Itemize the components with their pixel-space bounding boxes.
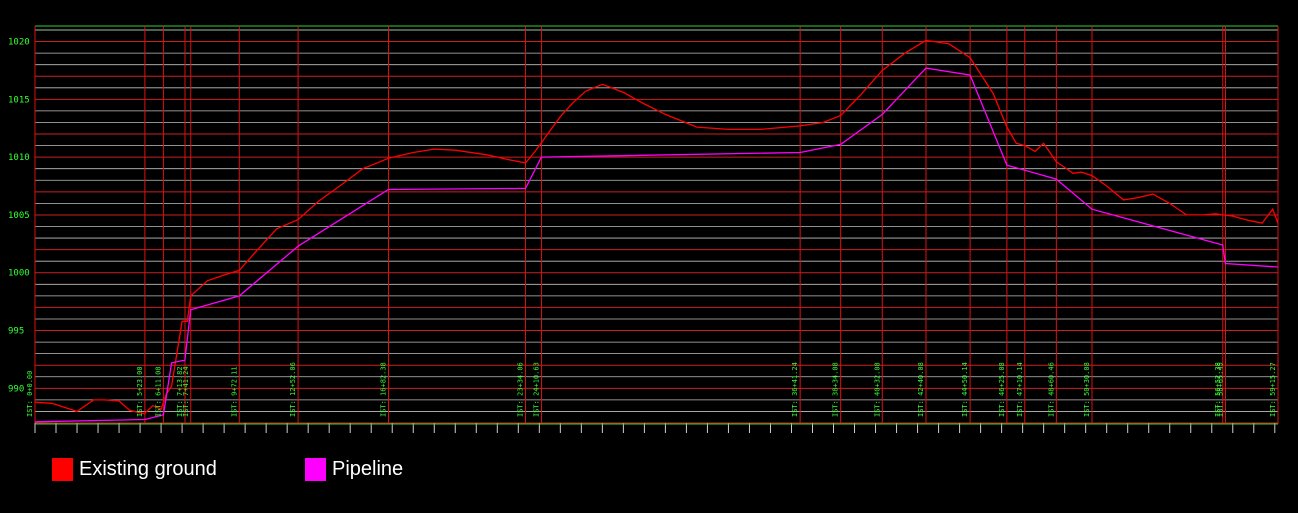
station-label: IST: 59+15.27 xyxy=(1269,362,1277,417)
legend-item-existing-ground: Existing ground xyxy=(52,458,217,481)
station-label: IST: 6+11.08 xyxy=(154,366,162,417)
station-label: IST: 12+52.06 xyxy=(289,362,297,417)
legend-swatch-existing-ground xyxy=(52,458,73,481)
x-axis-ticks xyxy=(34,423,1278,433)
station-label: IST: 44+50.14 xyxy=(961,362,969,417)
series-lines xyxy=(34,39,1279,423)
chart-container: 990 995 1000 1005 1010 1015 1020 IST: 0+0.00 IS… xyxy=(0,0,1298,513)
y-tick-label: 1020 xyxy=(8,38,30,48)
y-tick-label: 1005 xyxy=(8,211,30,221)
profile-chart: 99099510001005101010151020 IST: 0+0.00 IS… xyxy=(8,25,1279,433)
station-label: IST: 40+32.08 xyxy=(873,362,881,417)
y-tick-label: 990 xyxy=(8,384,24,394)
station-label: IST: 47+10.14 xyxy=(1016,362,1024,417)
station-label: IST: 5+23.00 xyxy=(136,366,144,417)
station-label: IST: 23+34.06 xyxy=(516,362,524,417)
station-labels: IST: 0+0.00 IST: 5+23.00 IST: 6+11.08 IST: … xyxy=(26,362,1277,417)
station-label: IST: 9+72.11 xyxy=(230,366,238,417)
station-label: IST: 24+10.63 xyxy=(533,362,541,417)
y-tick-label: 1000 xyxy=(8,269,30,279)
station-label: IST: 0+0.00 xyxy=(26,371,34,417)
y-tick-label: 1015 xyxy=(8,95,30,105)
station-label: IST: 50+30.08 xyxy=(1083,362,1091,417)
station-label: IST: 7+41.24 xyxy=(182,366,190,417)
legend-swatch-pipeline xyxy=(305,458,326,481)
y-tick-label: 995 xyxy=(8,327,24,337)
legend-label-pipeline: Pipeline xyxy=(332,458,404,480)
station-label: IST: 36+41.24 xyxy=(791,362,799,417)
legend-item-pipeline: Pipeline xyxy=(305,458,403,481)
station-label: IST: 38+34.08 xyxy=(832,362,840,417)
station-lines xyxy=(34,26,1279,423)
legend-label-existing-ground: Existing ground xyxy=(79,458,217,480)
station-label: IST: 16+82.38 xyxy=(380,362,388,417)
station-label: IST: 48+60.46 xyxy=(1047,362,1055,417)
y-tick-labels: 990 995 1000 1005 1010 1015 1020 xyxy=(8,38,30,395)
y-tick-label: 1010 xyxy=(8,153,30,163)
station-label: IST: 42+40.08 xyxy=(917,362,925,417)
series-line-pipeline xyxy=(34,67,1278,423)
station-label: IST: 46+25.08 xyxy=(998,362,1006,417)
station-label: IST: 56+65.45 xyxy=(1217,362,1225,417)
series-line-existing-ground xyxy=(34,39,1279,415)
